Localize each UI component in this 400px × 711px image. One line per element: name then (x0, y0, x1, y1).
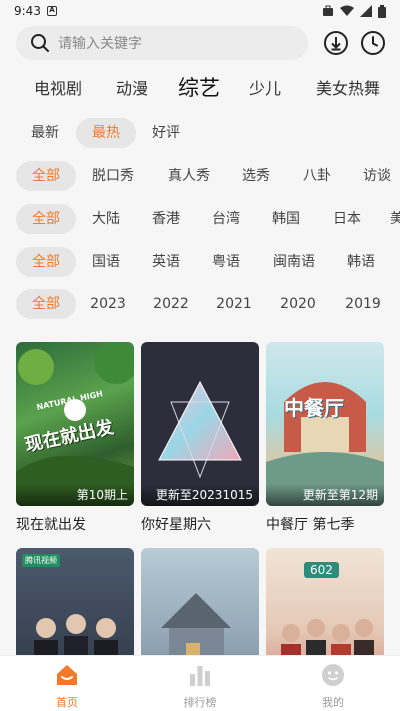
filter-row-region: 全部 大陆 香港 台湾 韩国 日本 美 (0, 204, 400, 234)
filter-year-item[interactable]: 2019 (345, 289, 381, 319)
poster-title: 中餐厅 (284, 396, 344, 420)
show-title: 现在就出发 (16, 517, 86, 533)
filter-language-item[interactable]: 闽南语 (271, 247, 317, 277)
filter-type-item[interactable]: 选秀 (241, 161, 271, 191)
tab-variety[interactable]: 综艺 (178, 74, 220, 103)
filter-type-item[interactable]: 真人秀 (166, 161, 212, 191)
filter-type-item[interactable]: 八卦 (302, 161, 332, 191)
filter-region-item[interactable]: 日本 (332, 204, 362, 234)
filter-type-all[interactable]: 全部 (16, 161, 76, 191)
filter-type-item[interactable]: 访谈 (362, 161, 392, 191)
signal-icon (360, 5, 372, 17)
show-card[interactable]: NATURAL HIGH 现在就出发 第10期上 现在就出发 (16, 342, 134, 534)
tab-kids[interactable]: 少儿 (249, 74, 281, 104)
filter-row-language: 全部 国语 英语 粤语 闽南语 韩语 (0, 247, 400, 277)
filter-region-all[interactable]: 全部 (16, 204, 76, 234)
filter-language-item[interactable]: 粤语 (211, 247, 241, 277)
poster-art (158, 380, 242, 479)
filter-language-item[interactable]: 英语 (151, 247, 181, 277)
sort-hottest[interactable]: 最热 (76, 118, 136, 148)
history-clock-icon[interactable] (360, 30, 386, 56)
sort-top-rated[interactable]: 好评 (150, 118, 182, 148)
home-icon (57, 665, 77, 685)
filter-region-item[interactable]: 香港 (151, 204, 181, 234)
filter-year-item[interactable]: 2023 (90, 289, 126, 319)
tab-dance[interactable]: 美女热舞 (316, 74, 380, 104)
nav-home[interactable]: 首页 (27, 662, 107, 710)
status-time: 9:43 (14, 4, 41, 18)
show-poster: NATURAL HIGH 现在就出发 第10期上 (16, 342, 134, 506)
filter-language-item[interactable]: 国语 (91, 247, 121, 277)
filter-language-all[interactable]: 全部 (16, 247, 76, 277)
briefcase-icon (323, 5, 333, 16)
show-title: 中餐厅 第七季 (266, 517, 355, 533)
filter-type-item[interactable]: 脱口秀 (90, 161, 136, 191)
sort-latest[interactable]: 最新 (16, 118, 60, 148)
episode-caption: 更新至第12期 (266, 484, 384, 506)
filter-language-item[interactable]: 韩语 (346, 247, 376, 277)
status-bar: 9:43 A (0, 0, 400, 22)
tab-tv-series[interactable]: 电视剧 (34, 74, 82, 104)
show-card[interactable]: 中餐厅 更新至第12期 中餐厅 第七季 (266, 342, 384, 534)
category-tabs: 电视剧 动漫 综艺 少儿 美女热舞 (0, 74, 400, 104)
status-a-icon: A (46, 6, 57, 16)
profile-icon (322, 664, 344, 686)
episode-caption: 第10期上 (16, 484, 134, 506)
show-poster: 中餐厅 更新至第12期 (266, 342, 384, 506)
search-row: 请输入关键字 (16, 26, 386, 60)
filter-region-item[interactable]: 韩国 (271, 204, 301, 234)
filter-year-all[interactable]: 全部 (16, 289, 76, 319)
ranking-icon (190, 666, 210, 686)
download-icon[interactable] (323, 30, 349, 56)
filter-year-item[interactable]: 2021 (216, 289, 252, 319)
filter-region-item[interactable]: 台湾 (211, 204, 241, 234)
tab-anime[interactable]: 动漫 (116, 74, 148, 104)
show-title: 你好星期六 (141, 517, 211, 533)
search-placeholder: 请输入关键字 (58, 36, 142, 52)
battery-icon (378, 4, 386, 18)
filter-region-item[interactable]: 大陆 (91, 204, 121, 234)
nav-home-label: 首页 (56, 696, 78, 709)
filter-year-item[interactable]: 2022 (153, 289, 189, 319)
nav-ranking[interactable]: 排行榜 (160, 662, 240, 710)
nav-ranking-label: 排行榜 (183, 696, 217, 709)
show-card[interactable]: 更新至20231015 你好星期六 (141, 342, 259, 534)
bottom-nav: 首页 排行榜 我的 (0, 655, 400, 711)
search-icon (31, 34, 49, 52)
filter-region-item[interactable]: 美 (390, 204, 400, 234)
filter-year-item[interactable]: 2020 (280, 289, 316, 319)
nav-profile[interactable]: 我的 (293, 662, 373, 710)
filter-row-type: 全部 脱口秀 真人秀 选秀 八卦 访谈 (0, 161, 400, 191)
search-input[interactable]: 请输入关键字 (16, 26, 308, 60)
show-poster: 更新至20231015 (141, 342, 259, 506)
episode-caption: 更新至20231015 (141, 484, 259, 506)
filter-row-year: 全部 2023 2022 2021 2020 2019 (0, 289, 400, 319)
nav-profile-label: 我的 (322, 696, 344, 709)
wifi-icon (340, 5, 354, 16)
poster-art (266, 382, 384, 506)
